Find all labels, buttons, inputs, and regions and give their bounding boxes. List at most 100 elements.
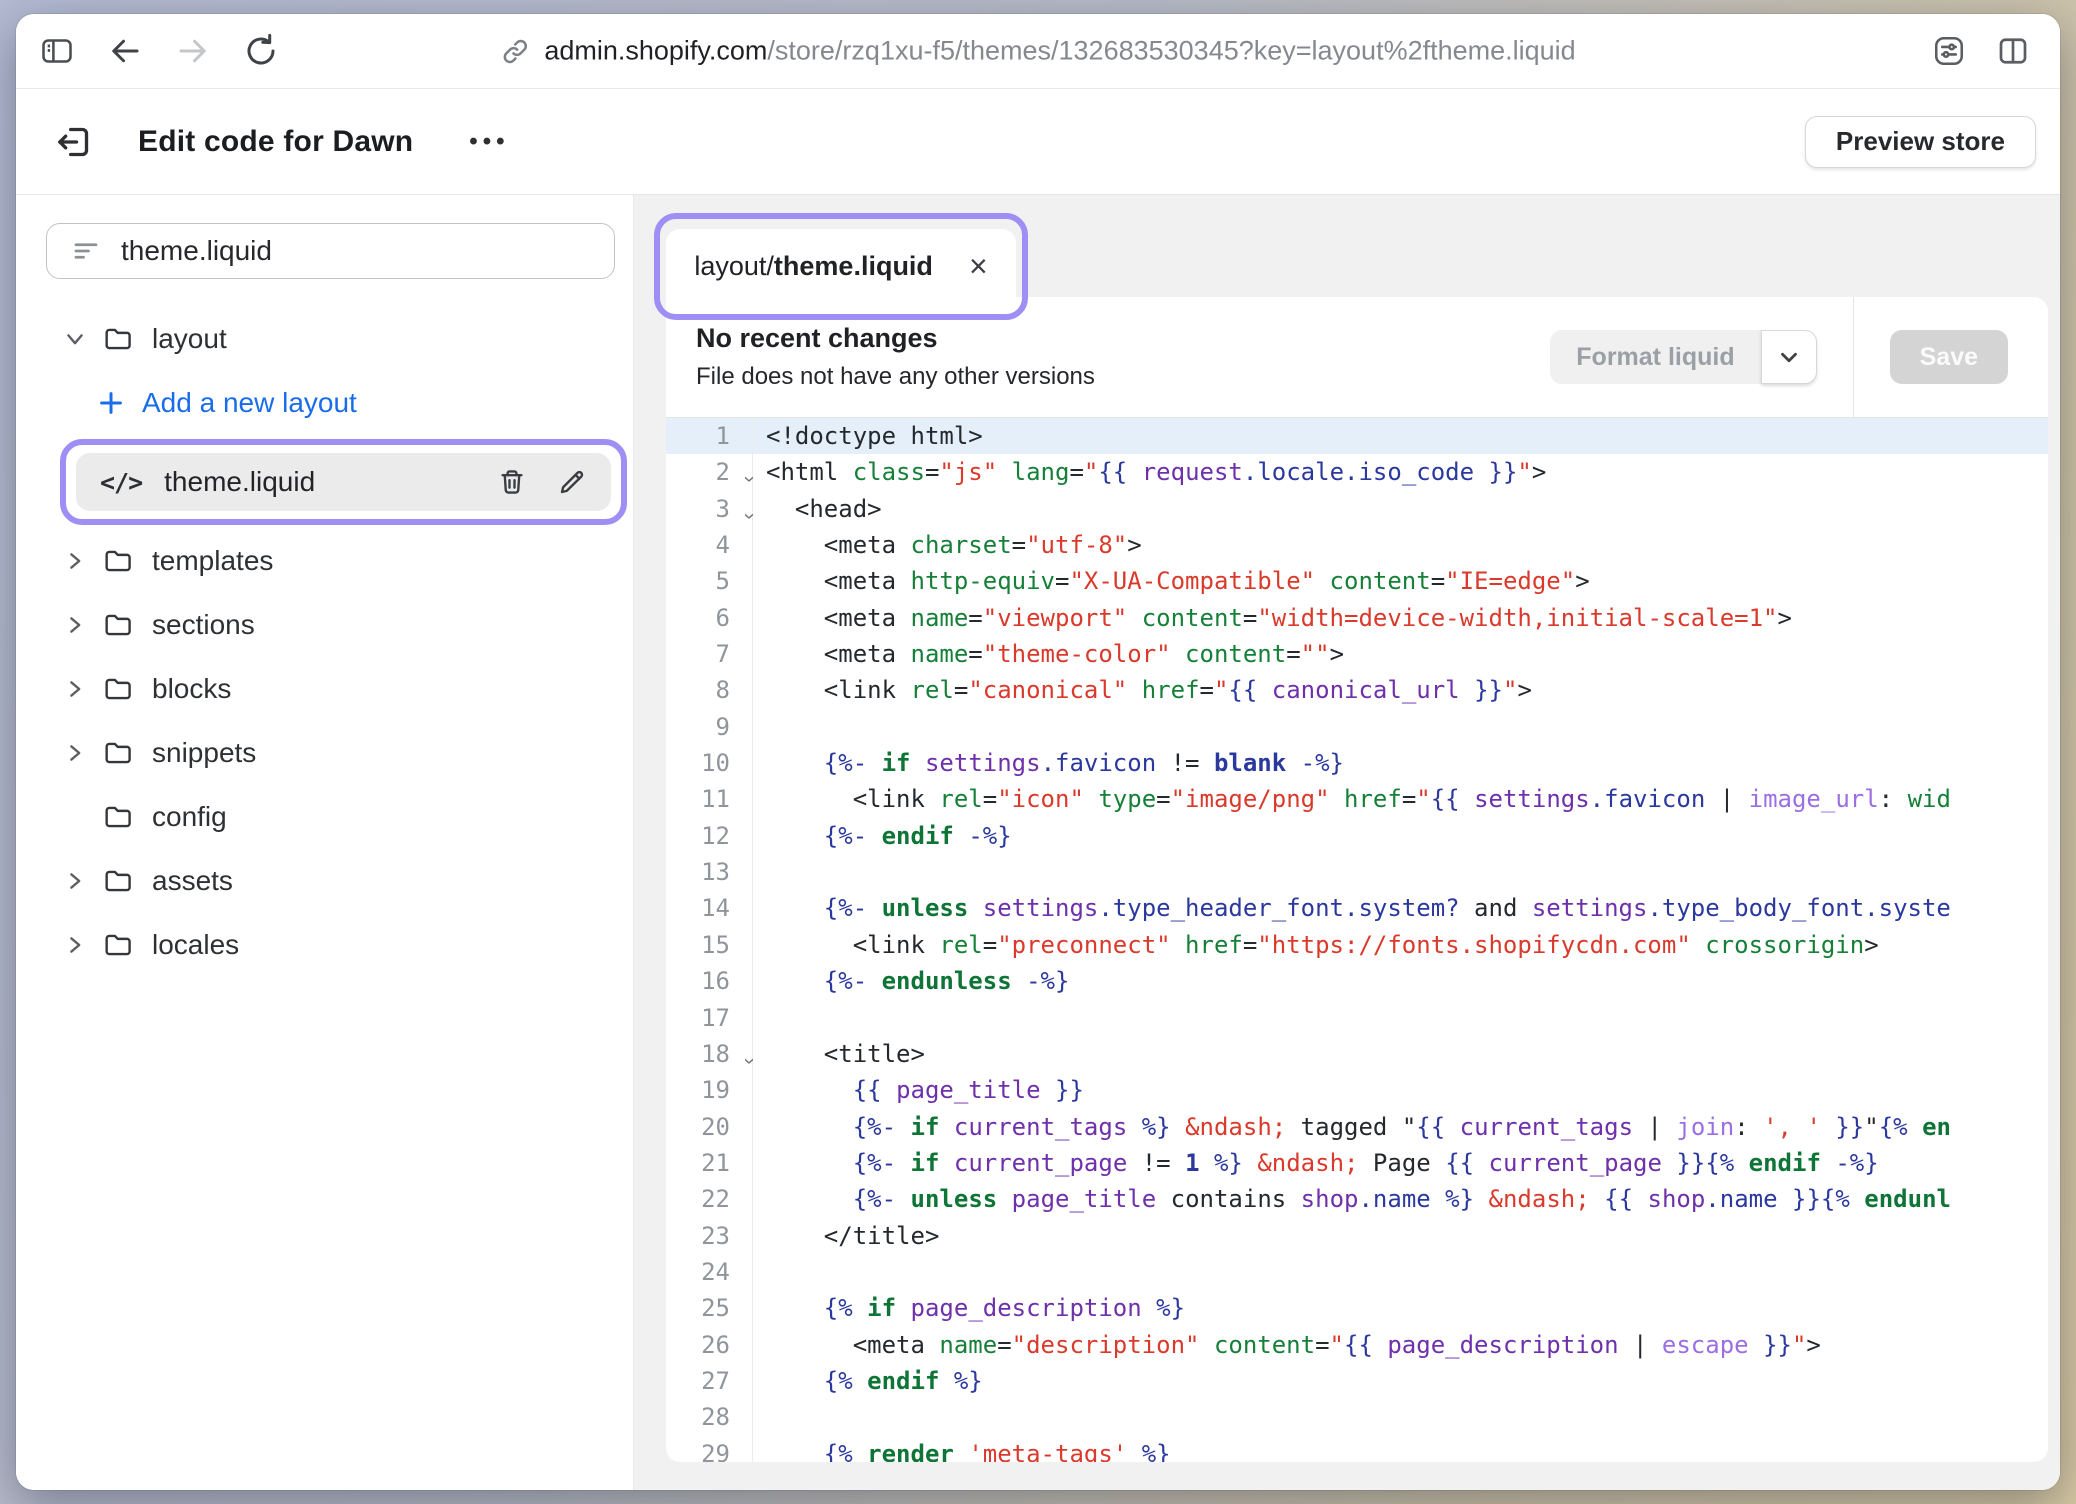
code-line[interactable]: 19 {{ page_title }}: [666, 1072, 2048, 1108]
code-line[interactable]: 17: [666, 1000, 2048, 1036]
chevron-right-icon[interactable]: [60, 677, 90, 701]
chevron-right-icon[interactable]: [60, 933, 90, 957]
code-line[interactable]: 27 {% endif %}: [666, 1363, 2048, 1399]
sidebar-item-locales[interactable]: locales: [16, 913, 633, 977]
browser-settings-icon[interactable]: [1930, 32, 1968, 70]
code-line[interactable]: 9: [666, 709, 2048, 745]
code-line-text: {% render 'meta-tags' %}: [753, 1436, 2048, 1462]
sidebar-item-snippets[interactable]: snippets: [16, 721, 633, 785]
code-line[interactable]: 21 {%- if current_page != 1 %} &ndash; P…: [666, 1145, 2048, 1181]
sidebar-toggle-icon[interactable]: [38, 32, 76, 70]
code-editor[interactable]: 1<!doctype html>2›<html class="js" lang=…: [666, 418, 2048, 1462]
sidebar-item-config[interactable]: config: [16, 785, 633, 849]
format-liquid-button[interactable]: Format liquid: [1550, 330, 1760, 384]
code-line[interactable]: 14 {%- unless settings.type_header_font.…: [666, 890, 2048, 926]
code-line[interactable]: 5 <meta http-equiv="X-UA-Compatible" con…: [666, 563, 2048, 599]
format-options-button[interactable]: [1761, 330, 1817, 384]
rename-file-button[interactable]: [557, 467, 587, 497]
code-line[interactable]: 8 <link rel="canonical" href="{{ canonic…: [666, 672, 2048, 708]
sidebar-item-layout[interactable]: layout: [16, 307, 633, 371]
code-line[interactable]: 24: [666, 1254, 2048, 1290]
folder-icon: [102, 323, 134, 355]
reload-button[interactable]: [242, 32, 280, 70]
folder-icon: [102, 673, 134, 705]
chevron-right-icon[interactable]: [60, 549, 90, 573]
code-line[interactable]: 2›<html class="js" lang="{{ request.loca…: [666, 454, 2048, 490]
close-tab-icon[interactable]: ×: [969, 250, 988, 282]
desktop: { "browser": { "url_domain": "admin.shop…: [0, 0, 2076, 1504]
exit-editor-icon[interactable]: [52, 120, 96, 164]
highlight-ring-file: </>theme.liquid: [60, 439, 627, 525]
line-number: 10: [666, 745, 753, 781]
code-line[interactable]: 7 <meta name="theme-color" content="">: [666, 636, 2048, 672]
code-line[interactable]: 16 {%- endunless -%}: [666, 963, 2048, 999]
code-line[interactable]: 13: [666, 854, 2048, 890]
line-number: 21: [666, 1145, 753, 1181]
fold-chevron-icon[interactable]: ›: [731, 1058, 767, 1065]
divider: [1853, 297, 1854, 417]
code-line[interactable]: 29 {% render 'meta-tags' %}: [666, 1436, 2048, 1462]
code-line-text: <!doctype html>: [753, 418, 2048, 454]
chevron-down-icon[interactable]: [60, 327, 90, 351]
sidebar-item-theme-liquid[interactable]: </>theme.liquid: [76, 453, 611, 511]
sidebar-item-assets[interactable]: assets: [16, 849, 633, 913]
file-search[interactable]: [46, 223, 615, 279]
code-line[interactable]: 1<!doctype html>: [666, 418, 2048, 454]
link-icon: [500, 36, 530, 66]
code-file-icon: </>: [100, 468, 142, 497]
code-line[interactable]: 4 <meta charset="utf-8">: [666, 527, 2048, 563]
forward-button[interactable]: [174, 32, 212, 70]
line-number: 25: [666, 1290, 753, 1326]
line-number: 11: [666, 781, 753, 817]
code-line[interactable]: 26 <meta name="description" content="{{ …: [666, 1327, 2048, 1363]
code-line[interactable]: 20 {%- if current_tags %} &ndash; tagged…: [666, 1109, 2048, 1145]
sidebar-item-sections[interactable]: sections: [16, 593, 633, 657]
address-bar[interactable]: admin.shopify.com/store/rzq1xu-f5/themes…: [500, 36, 1575, 67]
search-input[interactable]: [121, 235, 521, 267]
sidebar-item-blocks[interactable]: blocks: [16, 657, 633, 721]
format-liquid-split-button: Format liquid: [1550, 330, 1816, 384]
code-line-text: {{ page_title }}: [753, 1072, 2048, 1108]
code-line[interactable]: 3› <head>: [666, 491, 2048, 527]
code-line[interactable]: 6 <meta name="viewport" content="width=d…: [666, 600, 2048, 636]
code-line[interactable]: 28: [666, 1399, 2048, 1435]
code-line[interactable]: 23 </title>: [666, 1218, 2048, 1254]
chevron-right-icon[interactable]: [60, 741, 90, 765]
line-number: 17: [666, 1000, 753, 1036]
back-button[interactable]: [106, 32, 144, 70]
code-line[interactable]: 11 <link rel="icon" type="image/png" hre…: [666, 781, 2048, 817]
line-number: 26: [666, 1327, 753, 1363]
save-button[interactable]: Save: [1890, 330, 2008, 384]
chevron-right-icon[interactable]: [60, 869, 90, 893]
code-line[interactable]: 12 {%- endif -%}: [666, 818, 2048, 854]
code-line[interactable]: 10 {%- if settings.favicon != blank -%}: [666, 745, 2048, 781]
split-view-icon[interactable]: [1994, 32, 2032, 70]
sidebar-item-templates[interactable]: templates: [16, 529, 633, 593]
line-number: 22: [666, 1181, 753, 1217]
file-sidebar: layoutAdd a new layout </>theme.liquid tem…: [16, 195, 634, 1490]
line-number: 12: [666, 818, 753, 854]
line-number: 19: [666, 1072, 753, 1108]
code-line[interactable]: 18› <title>: [666, 1036, 2048, 1072]
code-line-text: {%- unless page_title contains shop.name…: [753, 1181, 2048, 1217]
line-number: 2›: [666, 454, 753, 490]
tab-layout-theme-liquid[interactable]: layout/theme.liquid ×: [666, 229, 1016, 303]
delete-file-button[interactable]: [497, 467, 527, 497]
code-line[interactable]: 25 {% if page_description %}: [666, 1290, 2048, 1326]
code-line[interactable]: 22 {%- unless page_title contains shop.n…: [666, 1181, 2048, 1217]
code-line[interactable]: 15 <link rel="preconnect" href="https://…: [666, 927, 2048, 963]
add-new-layout-button[interactable]: Add a new layout: [16, 371, 633, 435]
plus-icon: [96, 388, 126, 418]
more-actions-button[interactable]: •••: [469, 128, 509, 156]
preview-store-button[interactable]: Preview store: [1805, 116, 2036, 168]
fold-chevron-icon[interactable]: ›: [731, 476, 767, 483]
code-line-text: <link rel="canonical" href="{{ canonical…: [753, 672, 2048, 708]
folder-icon: [102, 929, 134, 961]
chevron-right-icon[interactable]: [60, 613, 90, 637]
line-number: 29: [666, 1436, 753, 1462]
folder-icon: [102, 865, 134, 897]
editor-card: No recent changes File does not have any…: [666, 297, 2048, 1462]
fold-chevron-icon[interactable]: ›: [731, 513, 767, 520]
filter-icon: [71, 236, 101, 266]
version-header: No recent changes File does not have any…: [666, 297, 2048, 417]
